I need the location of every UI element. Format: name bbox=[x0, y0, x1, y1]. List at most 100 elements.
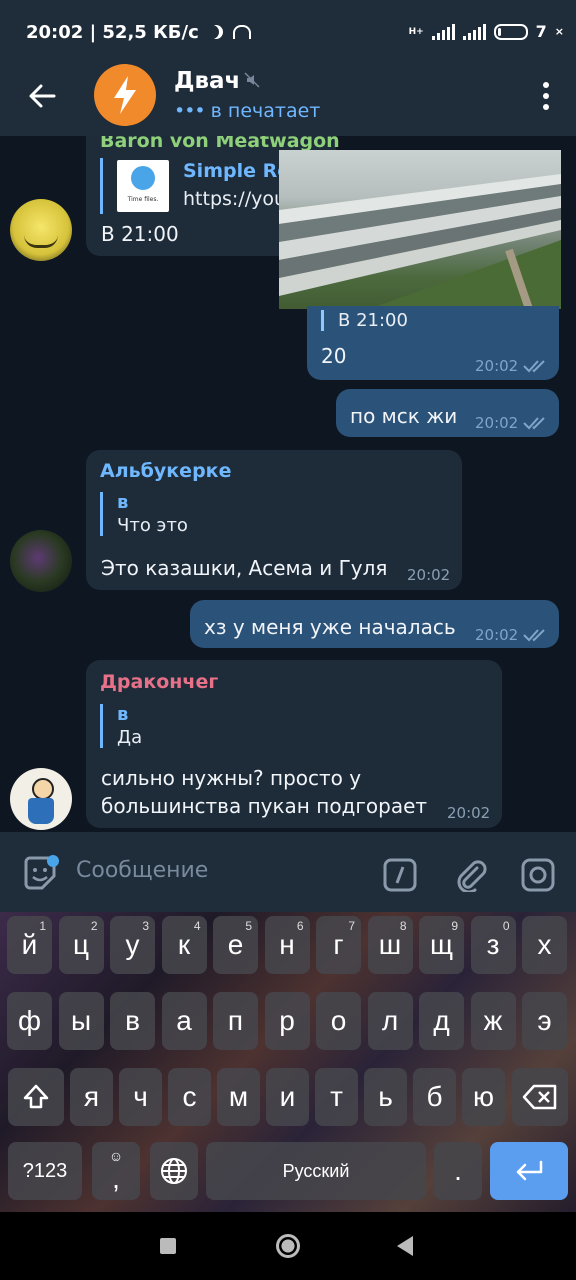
letter-key[interactable]: к4 bbox=[161, 916, 207, 974]
channel-avatar[interactable] bbox=[94, 64, 156, 126]
letter-key[interactable]: х bbox=[522, 916, 567, 974]
headphones-icon bbox=[233, 25, 252, 39]
message-input-bar: Сообщение bbox=[0, 832, 576, 912]
letter-key[interactable]: я bbox=[70, 1068, 113, 1126]
letter-key[interactable]: б bbox=[413, 1068, 456, 1126]
thumb-text: Time files. bbox=[127, 196, 159, 203]
letter-key[interactable]: з0 bbox=[470, 916, 516, 974]
enter-key[interactable] bbox=[490, 1142, 568, 1200]
double-check-icon bbox=[523, 360, 545, 373]
letter-key[interactable]: ю bbox=[462, 1068, 505, 1126]
key-label: ф bbox=[17, 1005, 42, 1036]
reply-quote[interactable]: В 21:00 bbox=[321, 310, 408, 331]
attach-icon[interactable] bbox=[453, 858, 487, 892]
space-key[interactable]: Русский bbox=[206, 1142, 426, 1200]
home-icon[interactable] bbox=[276, 1234, 300, 1258]
key-label: ш bbox=[378, 929, 402, 960]
comma-key[interactable]: ☺ , bbox=[92, 1142, 140, 1200]
message-text: В 21:00 bbox=[101, 222, 179, 246]
letter-key[interactable]: ш8 bbox=[367, 916, 413, 974]
sticker-icon[interactable] bbox=[20, 854, 60, 894]
comma-label: , bbox=[112, 1163, 120, 1194]
message-time: 20:02 bbox=[475, 626, 549, 644]
message-time: 20:02 bbox=[407, 566, 451, 584]
key-number-hint: 4 bbox=[193, 919, 201, 933]
time-label: 20:02 bbox=[475, 626, 519, 644]
key-label: ы bbox=[70, 1005, 92, 1036]
letter-key[interactable]: ц2 bbox=[58, 916, 104, 974]
letter-key[interactable]: ф bbox=[7, 992, 52, 1050]
key-number-hint: 0 bbox=[502, 919, 510, 933]
letter-key[interactable]: т bbox=[315, 1068, 358, 1126]
status-left: 20:02 | 52,5 КБ/с bbox=[26, 22, 252, 43]
user-avatar-dark[interactable] bbox=[10, 530, 72, 592]
key-label: й bbox=[21, 929, 38, 960]
reply-quote[interactable]: в Что это bbox=[100, 492, 188, 536]
message-time: 20:02 bbox=[475, 414, 549, 432]
letter-key[interactable]: э bbox=[522, 992, 567, 1050]
letter-key[interactable]: ч bbox=[119, 1068, 162, 1126]
battery-icon bbox=[493, 23, 528, 40]
backspace-key[interactable] bbox=[512, 1068, 568, 1126]
letter-key[interactable]: о bbox=[316, 992, 361, 1050]
key-label: ь bbox=[378, 1081, 393, 1112]
chat-area[interactable]: Baron von Meatwagon Time files. Simple R… bbox=[0, 136, 576, 832]
letter-key[interactable]: й1 bbox=[7, 916, 52, 974]
letter-key[interactable]: ы bbox=[58, 992, 104, 1050]
period-key[interactable]: . bbox=[434, 1142, 482, 1200]
globe-icon bbox=[161, 1158, 187, 1184]
message-sender[interactable]: Альбукерке bbox=[100, 460, 231, 482]
letter-key[interactable]: у3 bbox=[110, 916, 155, 974]
user-avatar-vaultboy[interactable] bbox=[10, 768, 72, 830]
network-badge: H+ bbox=[408, 26, 424, 37]
status-speed: 52,5 КБ/с bbox=[102, 22, 199, 43]
letter-key[interactable]: л bbox=[367, 992, 413, 1050]
letter-key[interactable]: д bbox=[419, 992, 464, 1050]
key-label: к bbox=[177, 929, 191, 960]
symbols-key[interactable]: ?123 bbox=[8, 1142, 82, 1200]
letter-key[interactable]: м bbox=[217, 1068, 260, 1126]
camera-icon[interactable] bbox=[520, 857, 556, 893]
reply-text: В 21:00 bbox=[338, 310, 408, 331]
video-thumbnail[interactable] bbox=[279, 150, 561, 309]
bot-command-icon[interactable] bbox=[383, 858, 417, 892]
letter-key[interactable]: ж bbox=[470, 992, 516, 1050]
letter-key[interactable]: р bbox=[264, 992, 310, 1050]
letter-key[interactable]: щ9 bbox=[419, 916, 464, 974]
letter-key[interactable]: г7 bbox=[316, 916, 361, 974]
letter-key[interactable]: н6 bbox=[264, 916, 310, 974]
chat-title[interactable]: Двач bbox=[174, 68, 240, 94]
letter-key[interactable]: и bbox=[266, 1068, 309, 1126]
globe-key[interactable] bbox=[150, 1142, 198, 1200]
reply-quote[interactable]: в Да bbox=[100, 704, 142, 748]
more-menu-icon[interactable] bbox=[542, 82, 550, 110]
signal-icon-2 bbox=[462, 23, 486, 40]
key-number-hint: 8 bbox=[399, 919, 407, 933]
key-label: и bbox=[279, 1081, 296, 1112]
message-text-link[interactable]: В 21:00 bbox=[101, 222, 179, 246]
signal-icon bbox=[431, 23, 455, 40]
key-label: ц bbox=[72, 929, 90, 960]
letter-key[interactable]: в bbox=[110, 992, 155, 1050]
troll-face-icon bbox=[24, 235, 58, 248]
message-input[interactable]: Сообщение bbox=[76, 858, 208, 883]
reply-name: в bbox=[117, 492, 129, 513]
message-sender[interactable]: Дракончег bbox=[100, 671, 218, 693]
reply-name: в bbox=[117, 704, 129, 725]
double-check-icon bbox=[523, 629, 545, 642]
key-label: р bbox=[279, 1005, 295, 1036]
letter-key[interactable]: п bbox=[213, 992, 258, 1050]
time-label: 20:02 bbox=[475, 414, 519, 432]
letter-key[interactable]: е5 bbox=[213, 916, 258, 974]
back-nav-icon[interactable] bbox=[397, 1236, 413, 1256]
back-arrow-icon[interactable] bbox=[26, 80, 58, 112]
letter-key[interactable]: ь bbox=[364, 1068, 407, 1126]
letter-key[interactable]: с bbox=[168, 1068, 211, 1126]
key-label: я bbox=[83, 1081, 100, 1112]
shift-key[interactable] bbox=[8, 1068, 64, 1126]
key-label: в bbox=[125, 1005, 140, 1036]
letter-key[interactable]: а bbox=[161, 992, 207, 1050]
user-avatar-troll[interactable] bbox=[10, 199, 72, 261]
recents-icon[interactable] bbox=[160, 1238, 176, 1254]
link-url[interactable]: https://you bbox=[183, 188, 286, 210]
